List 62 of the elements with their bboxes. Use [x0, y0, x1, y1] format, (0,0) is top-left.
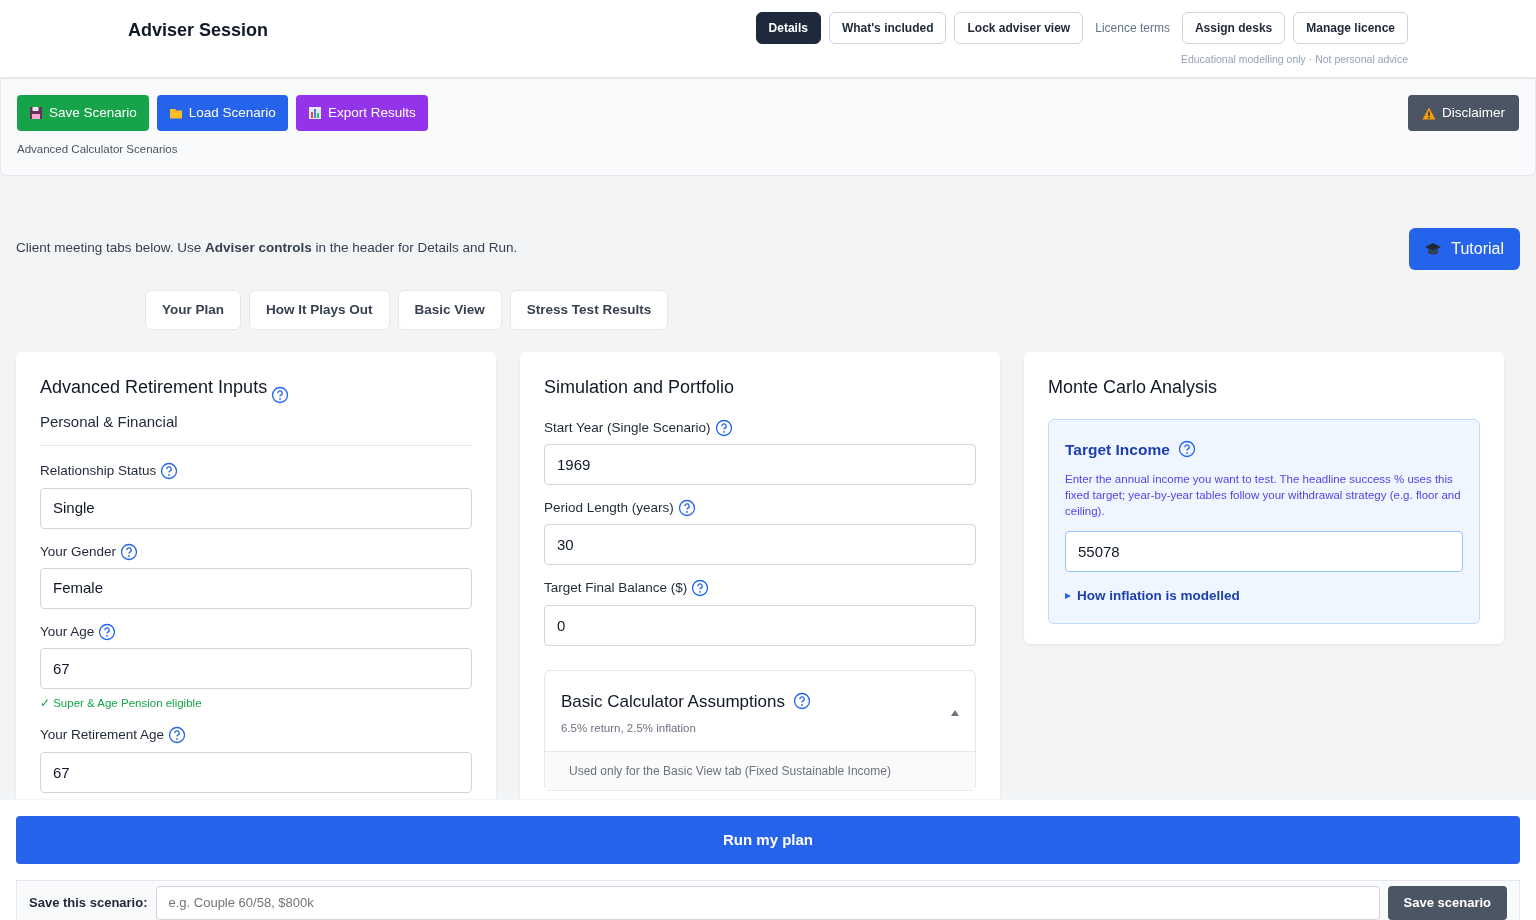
panel-title: Target Income: [1065, 439, 1170, 460]
disclaimer-note: Educational modelling only · Not personal advice: [1179, 52, 1408, 67]
input-field[interactable]: 67: [40, 648, 472, 689]
nav-link[interactable]: Licence terms: [1091, 19, 1174, 37]
nav-button[interactable]: What's included: [828, 12, 947, 44]
panel-subtitle: 6.5% return, 2.5% inflation: [561, 721, 697, 736]
field-label: Your Age: [40, 622, 95, 641]
nav-button[interactable]: Details: [755, 12, 821, 44]
nav-button[interactable]: Lock adviser view: [954, 12, 1084, 44]
select-field[interactable]: Female: [40, 567, 472, 609]
bar-chart-icon: [307, 106, 322, 121]
field-label: Target Final Balance ($): [544, 579, 688, 598]
field-label: Period Length (years): [544, 499, 674, 517]
graduation-cap-icon: [1425, 241, 1442, 256]
export-button[interactable]: Export Results: [295, 95, 428, 132]
input-field[interactable]: 1969: [544, 444, 976, 485]
name-input-field[interactable]: e.g. Couple 60/58, $800k: [155, 885, 1380, 920]
field-label: Your Gender: [40, 542, 117, 561]
save-button[interactable]: Save scenario: [1387, 885, 1507, 920]
app-title: Adviser Session: [128, 19, 269, 42]
field-label: Start Year (Single Scenario): [544, 418, 711, 437]
tab[interactable]: Your Plan: [145, 289, 241, 330]
help-icon: [677, 499, 696, 518]
card-title: Advanced Retirement Inputs: [40, 375, 268, 399]
help-icon: [98, 622, 117, 641]
disclosure-link[interactable]: How inflation is modelled: [1065, 586, 1240, 607]
help-icon: [271, 385, 290, 404]
help-icon: [1177, 440, 1196, 459]
load-button[interactable]: Load Scenario: [156, 95, 288, 132]
panel-title: Basic Calculator Assumptions: [561, 690, 785, 713]
input-field[interactable]: 67: [40, 751, 472, 793]
intro-text: Client meeting tabs below. Use Adviser controls in the header for Details and Run.: [16, 239, 518, 258]
field-label: Relationship Status: [40, 462, 157, 481]
field-label: Save this scenario:: [29, 893, 148, 912]
input-field[interactable]: 0: [544, 604, 976, 646]
input-field[interactable]: 55078: [1065, 531, 1463, 573]
help-icon: [792, 692, 811, 711]
card-title: Simulation and Portfolio: [544, 375, 736, 399]
panel-text: Used only for the Basic View tab (Fixed Sustainable Income): [545, 752, 975, 791]
card-title: Monte Carlo Analysis: [1048, 375, 1219, 399]
nav-button[interactable]: Assign desks: [1181, 12, 1286, 44]
tab[interactable]: Basic View: [397, 289, 502, 330]
tutorial-button[interactable]: Tutorial: [1409, 227, 1520, 270]
eligibility-note: ✓ Super & Age Pension eligible: [40, 696, 203, 711]
help-icon: [120, 542, 139, 561]
nav-button[interactable]: Manage licence: [1293, 12, 1408, 44]
help-icon: [160, 462, 179, 481]
input-field[interactable]: 30: [544, 524, 976, 566]
tab[interactable]: Stress Test Results: [509, 289, 669, 330]
field-label: Your Retirement Age: [40, 726, 165, 745]
toolbar-caption: Advanced Calculator Scenarios: [17, 142, 179, 158]
select-field[interactable]: Single: [40, 487, 472, 529]
warning-icon: [1422, 106, 1436, 120]
run-button[interactable]: Run my plan: [16, 816, 1520, 864]
tab[interactable]: How It Plays Out: [249, 289, 390, 330]
help-text: Enter the annual income you want to test. The headline success % uses this fixed target; year-by-year tables follow your withdrawal strategy (e.g. floor and ceiling).: [1065, 472, 1462, 520]
help-icon: [168, 726, 187, 745]
help-icon: [714, 418, 733, 437]
help-icon: [691, 579, 710, 598]
folder-icon: [168, 106, 183, 121]
section-title: Personal & Financial: [40, 410, 472, 447]
disclaimer-button[interactable]: Disclaimer: [1408, 95, 1519, 131]
